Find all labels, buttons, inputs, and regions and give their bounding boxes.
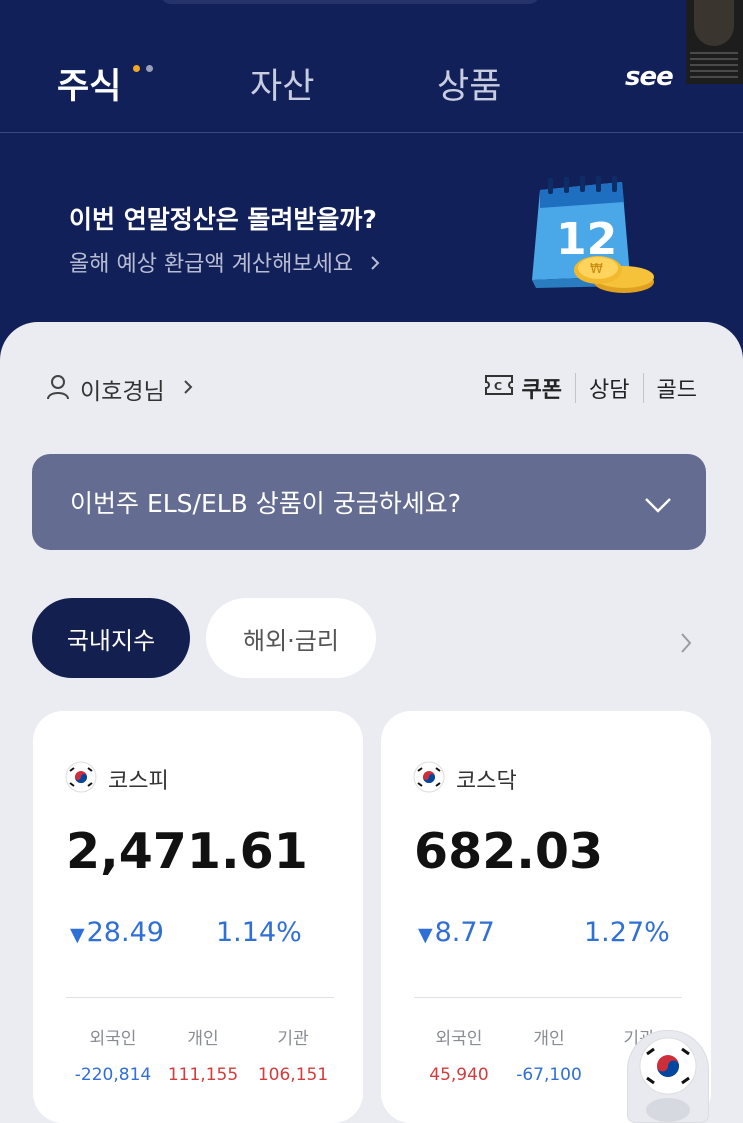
consult-link[interactable]: 상담: [589, 372, 629, 404]
investor-foreign: 외국인 45,940: [429, 1029, 489, 1085]
index-name: 코스닥: [456, 769, 517, 794]
tab-notification-dots: [133, 57, 159, 76]
person-icon: [46, 374, 70, 404]
divider: [575, 373, 577, 403]
floating-mascot-button[interactable]: [627, 1030, 709, 1123]
index-change: ▼8.77: [418, 917, 495, 948]
video-thumbnail: [686, 0, 743, 84]
tab-stock[interactable]: 주식: [57, 58, 121, 109]
investor-individual: 개인 -67,100: [516, 1029, 582, 1085]
down-triangle-icon: ▼: [418, 924, 433, 946]
banner-title[interactable]: 이번 연말정산은 돌려받을까?: [69, 200, 377, 236]
banner-subtitle: 올해 예상 환급액 계산해보세요: [69, 252, 354, 277]
tab-assets[interactable]: 자산: [250, 58, 314, 109]
user-profile-link[interactable]: 이호경님: [46, 372, 193, 406]
coupon-link[interactable]: 쿠폰: [522, 372, 562, 404]
chip-overseas-rates[interactable]: 해외·금리: [206, 598, 376, 678]
index-change-pct: 1.14%: [216, 917, 302, 948]
els-elb-banner[interactable]: 이번주 ELS/ELB 상품이 궁금하세요?: [32, 454, 706, 550]
main-tab-bar: 주식 자산 상품 see: [0, 0, 743, 133]
quick-links: C 쿠폰 상담 골드: [484, 372, 697, 404]
card-divider: [66, 997, 334, 998]
index-name: 코스피: [108, 769, 169, 794]
coin-symbol: ₩: [590, 262, 603, 277]
banner-link[interactable]: 올해 예상 환급액 계산해보세요: [69, 246, 380, 278]
divider: [642, 373, 644, 403]
index-change-pct: 1.27%: [584, 917, 670, 948]
index-value: 682.03: [414, 823, 604, 880]
investor-institution: 기관 106,151: [257, 1029, 329, 1085]
korea-flag-icon: [413, 761, 445, 797]
chevron-down-icon[interactable]: [644, 490, 672, 519]
ticket-icon: C: [484, 374, 514, 402]
dot-gray: [146, 65, 153, 72]
brand-logo[interactable]: see: [625, 62, 674, 92]
korea-flag-icon: [65, 761, 97, 797]
investor-individual: 개인 111,155: [167, 1029, 239, 1085]
chevron-right-icon: [183, 379, 193, 399]
investor-foreign: 외국인 -220,814: [74, 1029, 152, 1085]
tab-products[interactable]: 상품: [437, 58, 501, 109]
chevron-right-icon[interactable]: [680, 632, 692, 658]
svg-text:C: C: [494, 380, 502, 393]
korea-flag-icon: [627, 1037, 709, 1123]
down-triangle-icon: ▼: [70, 924, 85, 946]
index-card-kospi[interactable]: 코스피 2,471.61 ▼28.49 1.14% 외국인 -220,814 개…: [33, 711, 363, 1123]
chip-domestic-index[interactable]: 국내지수: [32, 598, 190, 678]
els-banner-text: 이번주 ELS/ELB 상품이 궁금하세요?: [70, 489, 462, 518]
chevron-right-icon: [370, 252, 380, 277]
index-change: ▼28.49: [70, 917, 164, 948]
card-divider: [414, 997, 682, 998]
calendar-coin-illustration: 12 ₩: [526, 176, 660, 296]
gold-link[interactable]: 골드: [657, 372, 697, 404]
dot-orange: [133, 65, 140, 72]
index-value: 2,471.61: [66, 823, 308, 880]
user-name: 이호경님: [80, 379, 165, 405]
